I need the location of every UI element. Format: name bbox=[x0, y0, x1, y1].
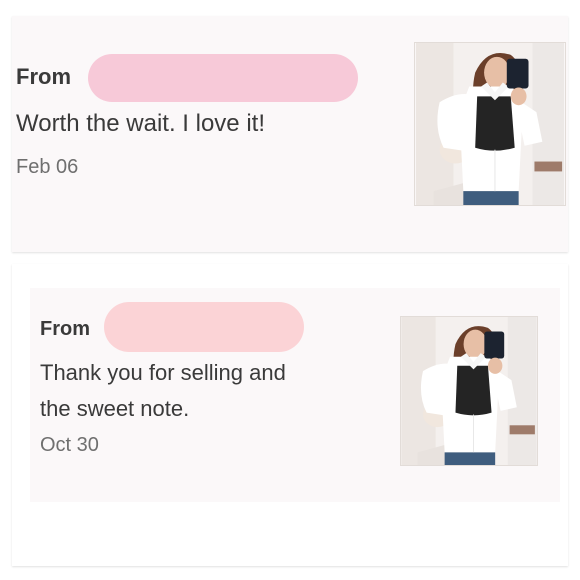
from-label: From bbox=[16, 64, 71, 89]
review-message-line-1: Thank you for selling and bbox=[40, 360, 286, 385]
product-photo[interactable] bbox=[414, 42, 566, 206]
product-photo[interactable] bbox=[400, 316, 538, 466]
review-date: Feb 06 bbox=[16, 156, 79, 178]
redacted-username bbox=[104, 302, 304, 352]
review-card-1: From Worth the wait. I love it! Feb 06 bbox=[12, 16, 568, 252]
from-label: From bbox=[40, 318, 90, 340]
product-photo-icon bbox=[415, 43, 565, 205]
product-photo-icon bbox=[401, 317, 537, 465]
review-message-line-2: the sweet note. bbox=[40, 396, 190, 421]
review-date: Oct 30 bbox=[40, 434, 99, 456]
review-message: Worth the wait. I love it! bbox=[16, 110, 265, 137]
review-card-2-body: From Thank you for selling and the sweet… bbox=[30, 288, 560, 502]
redacted-username bbox=[88, 54, 358, 102]
review-card-2: From Thank you for selling and the sweet… bbox=[12, 264, 568, 566]
